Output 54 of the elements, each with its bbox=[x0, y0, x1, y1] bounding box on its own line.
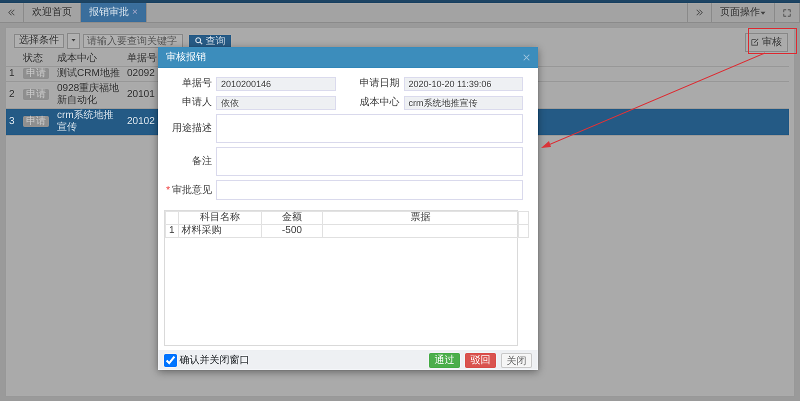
status-tag: 申请 bbox=[23, 116, 49, 127]
field-label: 审批意见 bbox=[172, 184, 212, 196]
row-number: 1 bbox=[166, 224, 178, 238]
table-cell: crm系统地推宣传 bbox=[54, 108, 124, 136]
table-cell: 材料采购 bbox=[178, 224, 262, 238]
dialog-title: 审核报销 bbox=[166, 50, 206, 65]
condition-dropdown[interactable]: 选择条件 bbox=[14, 34, 64, 48]
readonly-field[interactable]: 2020-10-20 11:39:06 bbox=[404, 76, 523, 90]
expand-icon bbox=[783, 8, 791, 16]
highlight-frame bbox=[748, 28, 797, 54]
column-header: 金额 bbox=[262, 212, 322, 224]
field-label: 备注 bbox=[191, 154, 212, 169]
close-icon bbox=[523, 54, 530, 61]
search-field[interactable]: 请输入要查询关键字 bbox=[83, 34, 183, 48]
status-tag: 申请 bbox=[23, 89, 49, 100]
column-header: 票据 bbox=[322, 212, 519, 224]
column-header: 状态 bbox=[20, 52, 54, 66]
menu-label: 页面操作 bbox=[720, 6, 760, 20]
readonly-field[interactable]: 2010200146 bbox=[216, 76, 336, 90]
column-header: 科目名称 bbox=[178, 212, 262, 224]
table-cell: 测试CRM地推 bbox=[54, 66, 124, 82]
field-label: 申请人 bbox=[181, 96, 212, 110]
edit-icon bbox=[751, 38, 760, 46]
readonly-field[interactable]: 依依 bbox=[216, 96, 336, 110]
tab-label: 欢迎首页 bbox=[32, 6, 72, 20]
dialog-button[interactable]: 通过 bbox=[429, 352, 460, 368]
required-mark: * bbox=[166, 184, 170, 196]
page-menu[interactable]: 页面操作 bbox=[712, 3, 775, 22]
field-label: 用途描述 bbox=[171, 122, 212, 136]
tab-label: 报销审批 bbox=[89, 6, 129, 20]
tab[interactable]: 报销审批 × bbox=[81, 3, 147, 22]
input-field[interactable] bbox=[216, 114, 523, 143]
search-icon bbox=[194, 36, 202, 45]
double-left-icon bbox=[8, 9, 15, 16]
audit-button[interactable]: 审核 bbox=[745, 33, 788, 52]
status-tag: 申请 bbox=[23, 68, 49, 79]
input-field[interactable] bbox=[216, 180, 523, 200]
dialog-button[interactable]: 驳回 bbox=[465, 352, 496, 368]
caret-icon bbox=[71, 37, 76, 44]
table-cell: -500 bbox=[262, 224, 322, 238]
double-right-icon bbox=[696, 9, 703, 16]
dropdown-toggle-button[interactable] bbox=[67, 33, 80, 49]
checkbox-label: 确认并关闭窗口 bbox=[180, 354, 250, 368]
caret-icon bbox=[760, 10, 766, 16]
column-header: 成本中心 bbox=[54, 52, 124, 66]
row-number: 1 bbox=[6, 66, 20, 82]
search-button[interactable]: 查询 bbox=[188, 34, 232, 48]
readonly-field[interactable]: crm系统地推宣传 bbox=[404, 96, 523, 110]
dialog-button[interactable]: 关闭 bbox=[501, 352, 532, 368]
field-label: 成本中心 bbox=[358, 96, 400, 110]
scroll-right-button[interactable] bbox=[687, 3, 712, 22]
checkbox[interactable] bbox=[164, 354, 177, 366]
input-field[interactable] bbox=[216, 147, 523, 176]
row-number: 3 bbox=[6, 108, 20, 136]
